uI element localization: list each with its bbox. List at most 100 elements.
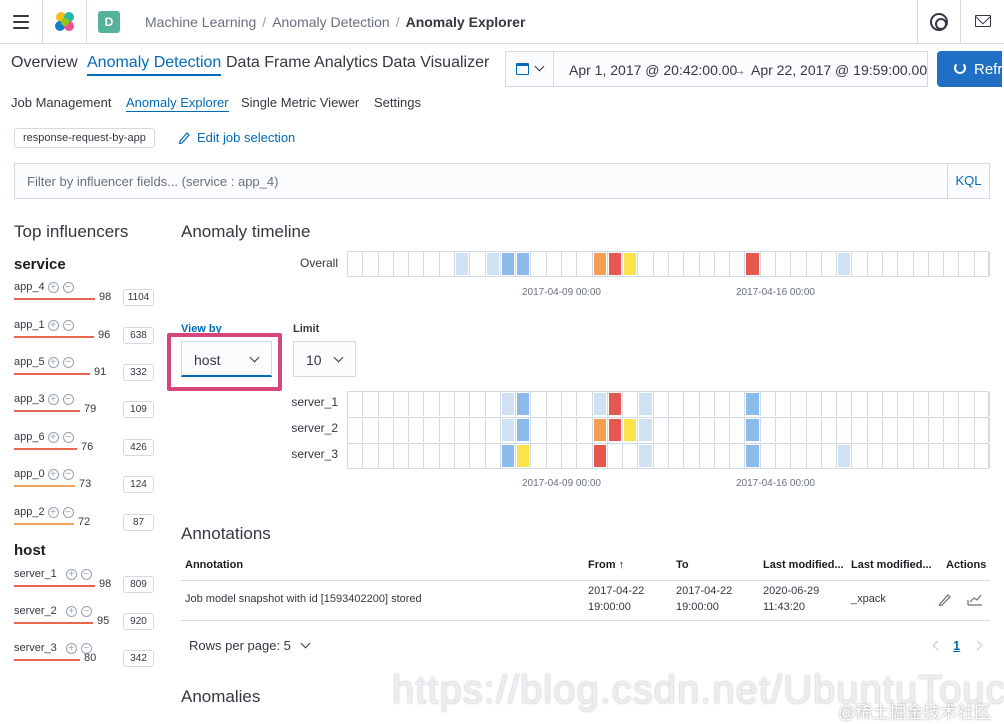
- swimlane-cell[interactable]: [791, 392, 807, 416]
- swimlane-cell[interactable]: [440, 444, 455, 468]
- swimlane-cell[interactable]: [761, 444, 776, 468]
- swimlane-cell[interactable]: [898, 418, 914, 442]
- swimlane-cell[interactable]: [700, 444, 715, 468]
- swimlane-cell[interactable]: [547, 418, 562, 442]
- remove-filter-icon[interactable]: −: [80, 569, 92, 580]
- view-series-icon[interactable]: [967, 592, 983, 606]
- swimlane-server-3[interactable]: [347, 443, 990, 469]
- chevron-right-icon[interactable]: [972, 640, 983, 651]
- swimlane-cell[interactable]: [531, 252, 547, 276]
- swimlane-cell[interactable]: [944, 444, 960, 468]
- date-end[interactable]: Apr 22, 2017 @ 19:59:00.00: [751, 62, 927, 78]
- swimlane-cell[interactable]: [409, 252, 425, 276]
- swimlane-cell[interactable]: [608, 418, 624, 442]
- swimlane-cell[interactable]: [730, 418, 746, 442]
- tab-overview[interactable]: Overview: [11, 54, 78, 72]
- swimlane-cell[interactable]: [379, 252, 394, 276]
- swimlane-cell[interactable]: [914, 392, 929, 416]
- swimlane-cell[interactable]: [501, 418, 517, 442]
- swimlane-cell[interactable]: [455, 418, 471, 442]
- swimlane-cell[interactable]: [470, 444, 486, 468]
- swimlane-cell[interactable]: [822, 444, 838, 468]
- rows-per-page-button[interactable]: Rows per page: 5: [189, 638, 291, 653]
- remove-filter-icon[interactable]: −: [62, 507, 74, 518]
- swimlane-cell[interactable]: [638, 418, 654, 442]
- swimlane-cell[interactable]: [776, 252, 792, 276]
- swimlane-cell[interactable]: [424, 418, 440, 442]
- swimlane-cell[interactable]: [577, 392, 593, 416]
- swimlane-cell[interactable]: [807, 444, 822, 468]
- swimlane-cell[interactable]: [684, 252, 700, 276]
- swimlane-cell[interactable]: [486, 418, 501, 442]
- swimlane-cell[interactable]: [822, 418, 838, 442]
- add-filter-icon[interactable]: +: [47, 507, 59, 518]
- swimlane-cell[interactable]: [638, 392, 654, 416]
- add-filter-icon[interactable]: +: [65, 569, 77, 580]
- refresh-button[interactable]: Refresh: [937, 51, 1004, 87]
- swimlane-cell[interactable]: [730, 252, 746, 276]
- swimlane-cell[interactable]: [807, 418, 822, 442]
- tab-data-visualizer[interactable]: Data Visualizer: [382, 54, 489, 72]
- swimlane-cell[interactable]: [638, 252, 654, 276]
- swimlane-cell[interactable]: [394, 252, 410, 276]
- swimlane-cell[interactable]: [379, 392, 394, 416]
- add-filter-icon[interactable]: +: [47, 469, 59, 480]
- swimlane-cell[interactable]: [914, 444, 929, 468]
- breadcrumb-ml[interactable]: Machine Learning: [145, 14, 256, 30]
- swimlane-cell[interactable]: [898, 444, 914, 468]
- swimlane-cell[interactable]: [486, 252, 501, 276]
- swimlane-cell[interactable]: [700, 252, 715, 276]
- swimlane-cell[interactable]: [348, 418, 364, 442]
- swimlane-cell[interactable]: [837, 418, 853, 442]
- swimlane-cell[interactable]: [363, 444, 379, 468]
- swimlane-cell[interactable]: [547, 252, 562, 276]
- swimlane-cell[interactable]: [669, 444, 685, 468]
- swimlane-cell[interactable]: [470, 252, 486, 276]
- col-last-modified-by[interactable]: Last modified...: [851, 559, 932, 571]
- swimlane-cell[interactable]: [837, 392, 853, 416]
- swimlane-cell[interactable]: [531, 444, 547, 468]
- swimlane-cell[interactable]: [348, 252, 364, 276]
- swimlane-cell[interactable]: [730, 444, 746, 468]
- swimlane-cell[interactable]: [883, 418, 899, 442]
- swimlane-cell[interactable]: [975, 444, 990, 468]
- swimlane-cell[interactable]: [959, 252, 975, 276]
- swimlane-cell[interactable]: [562, 418, 578, 442]
- swimlane-cell[interactable]: [516, 418, 532, 442]
- swimlane-cell[interactable]: [379, 418, 394, 442]
- swimlane-cell[interactable]: [715, 392, 731, 416]
- swimlane-cell[interactable]: [531, 392, 547, 416]
- space-avatar[interactable]: D: [98, 11, 120, 33]
- swimlane-cell[interactable]: [501, 252, 517, 276]
- swimlane-cell[interactable]: [959, 444, 975, 468]
- menu-icon[interactable]: [13, 15, 29, 29]
- swimlane-cell[interactable]: [898, 392, 914, 416]
- swimlane-cell[interactable]: [486, 392, 501, 416]
- swimlane-cell[interactable]: [379, 444, 394, 468]
- swimlane-cell[interactable]: [638, 444, 654, 468]
- kql-button[interactable]: KQL: [947, 164, 989, 198]
- pencil-icon[interactable]: [178, 130, 190, 144]
- edit-job-selection-link[interactable]: Edit job selection: [197, 130, 295, 145]
- swimlane-cell[interactable]: [654, 252, 669, 276]
- swimlane-cell[interactable]: [868, 444, 883, 468]
- add-filter-icon[interactable]: +: [47, 282, 59, 293]
- swimlane-cell[interactable]: [868, 392, 883, 416]
- remove-filter-icon[interactable]: −: [62, 432, 74, 443]
- tab-anomaly-detection[interactable]: Anomaly Detection: [87, 54, 222, 76]
- swimlane-server-2[interactable]: [347, 417, 990, 443]
- swimlane-cell[interactable]: [547, 392, 562, 416]
- swimlane-cell[interactable]: [516, 444, 532, 468]
- elastic-logo-icon[interactable]: [53, 10, 77, 34]
- swimlane-cell[interactable]: [776, 444, 792, 468]
- swimlane-cell[interactable]: [883, 252, 899, 276]
- edit-annotation-icon[interactable]: [938, 592, 952, 606]
- swimlane-cell[interactable]: [455, 252, 471, 276]
- remove-filter-icon[interactable]: −: [62, 282, 74, 293]
- remove-filter-icon[interactable]: −: [80, 606, 92, 617]
- swimlane-cell[interactable]: [363, 418, 379, 442]
- swimlane-cell[interactable]: [669, 418, 685, 442]
- swimlane-cell[interactable]: [531, 418, 547, 442]
- swimlane-cell[interactable]: [837, 444, 853, 468]
- swimlane-cell[interactable]: [929, 418, 945, 442]
